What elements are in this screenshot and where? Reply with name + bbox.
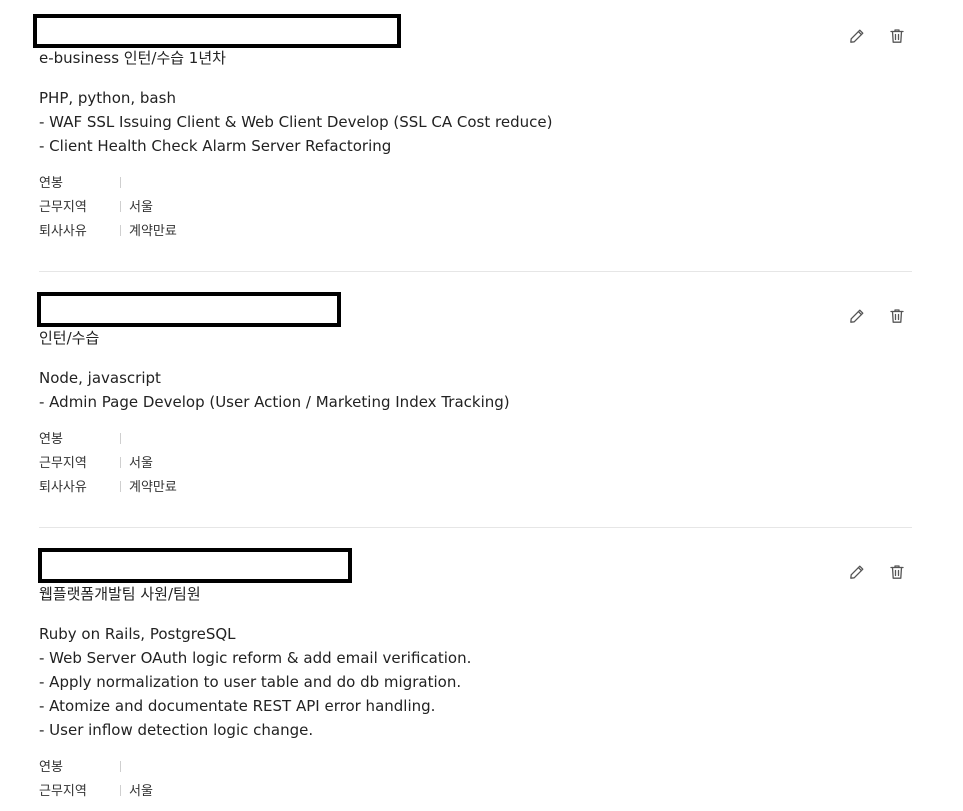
description-line: Ruby on Rails, PostgreSQL [39, 625, 236, 643]
meta-table: 연봉 근무지역 서울 퇴사사유 계약만료 [39, 428, 177, 500]
delete-button[interactable] [887, 562, 907, 582]
meta-table: 연봉 근무지역 서울 퇴사사유 계약만료 [39, 172, 177, 244]
career-entry: 웹플랫폼개발팀 사원/팀원 Ruby on Rails, PostgreSQL … [38, 548, 912, 811]
meta-key: 퇴사사유 [39, 480, 87, 495]
pencil-icon [850, 309, 864, 323]
job-role: e-business 인턴/수습 1년차 [39, 49, 226, 67]
meta-separator [120, 457, 121, 468]
meta-row-location: 근무지역 서울 [39, 196, 177, 220]
meta-row-leave-reason: 퇴사사유 계약만료 [39, 220, 177, 244]
description-line: - Atomize and documentate REST API error… [39, 697, 436, 715]
job-role: 웹플랫폼개발팀 사원/팀원 [39, 585, 201, 603]
pencil-icon [850, 29, 864, 43]
career-entry: 인턴/수습 Node, javascript - Admin Page Deve… [37, 292, 912, 503]
entry-divider [39, 527, 912, 528]
meta-value: 서울 [129, 456, 153, 471]
meta-value: 서울 [129, 200, 153, 215]
job-description: Node, javascript - Admin Page Develop (U… [39, 366, 510, 414]
job-role: 인턴/수습 [39, 329, 100, 347]
meta-separator [120, 177, 121, 188]
edit-button[interactable] [847, 26, 867, 46]
edit-button[interactable] [847, 306, 867, 326]
pencil-icon [850, 565, 864, 579]
job-description: PHP, python, bash - WAF SSL Issuing Clie… [39, 86, 552, 158]
meta-value: 계약만료 [129, 224, 177, 239]
description-line: - Web Server OAuth logic reform & add em… [39, 649, 472, 667]
description-line: - Apply normalization to user table and … [39, 673, 462, 691]
description-line: - Admin Page Develop (User Action / Mark… [39, 393, 510, 411]
description-line: PHP, python, bash [39, 89, 176, 107]
meta-row-leave-reason: 퇴사사유 계약만료 [39, 476, 177, 500]
meta-key: 연봉 [39, 760, 63, 775]
career-entry: e-business 인턴/수습 1년차 PHP, python, bash -… [33, 14, 912, 254]
meta-key: 근무지역 [39, 784, 87, 799]
meta-key: 연봉 [39, 176, 63, 191]
meta-separator [120, 761, 121, 772]
delete-button[interactable] [887, 306, 907, 326]
trash-icon [890, 565, 904, 579]
meta-separator [120, 433, 121, 444]
edit-button[interactable] [847, 562, 867, 582]
entry-divider [39, 271, 912, 272]
meta-separator [120, 785, 121, 796]
description-line: - WAF SSL Issuing Client & Web Client De… [39, 113, 553, 131]
redacted-company-name [33, 14, 401, 48]
meta-value: 계약만료 [129, 480, 177, 495]
meta-separator [120, 481, 121, 492]
meta-row-location: 근무지역 서울 [39, 452, 177, 476]
trash-icon [890, 29, 904, 43]
description-line: Node, javascript [39, 369, 161, 387]
meta-separator [120, 225, 121, 236]
job-description: Ruby on Rails, PostgreSQL - Web Server O… [39, 622, 471, 742]
meta-value: 서울 [129, 784, 153, 799]
trash-icon [890, 309, 904, 323]
meta-row-salary: 연봉 [39, 428, 177, 452]
meta-key: 근무지역 [39, 456, 87, 471]
redacted-company-name [37, 292, 341, 327]
meta-row-salary: 연봉 [39, 172, 177, 196]
redacted-company-name [38, 548, 352, 583]
description-line: - User inflow detection logic change. [39, 721, 314, 739]
description-line: - Client Health Check Alarm Server Refac… [39, 137, 392, 155]
meta-table: 연봉 근무지역 서울 [39, 756, 153, 804]
delete-button[interactable] [887, 26, 907, 46]
meta-row-salary: 연봉 [39, 756, 153, 780]
meta-key: 근무지역 [39, 200, 87, 215]
meta-row-location: 근무지역 서울 [39, 780, 153, 804]
meta-separator [120, 201, 121, 212]
meta-key: 연봉 [39, 432, 63, 447]
meta-key: 퇴사사유 [39, 224, 87, 239]
